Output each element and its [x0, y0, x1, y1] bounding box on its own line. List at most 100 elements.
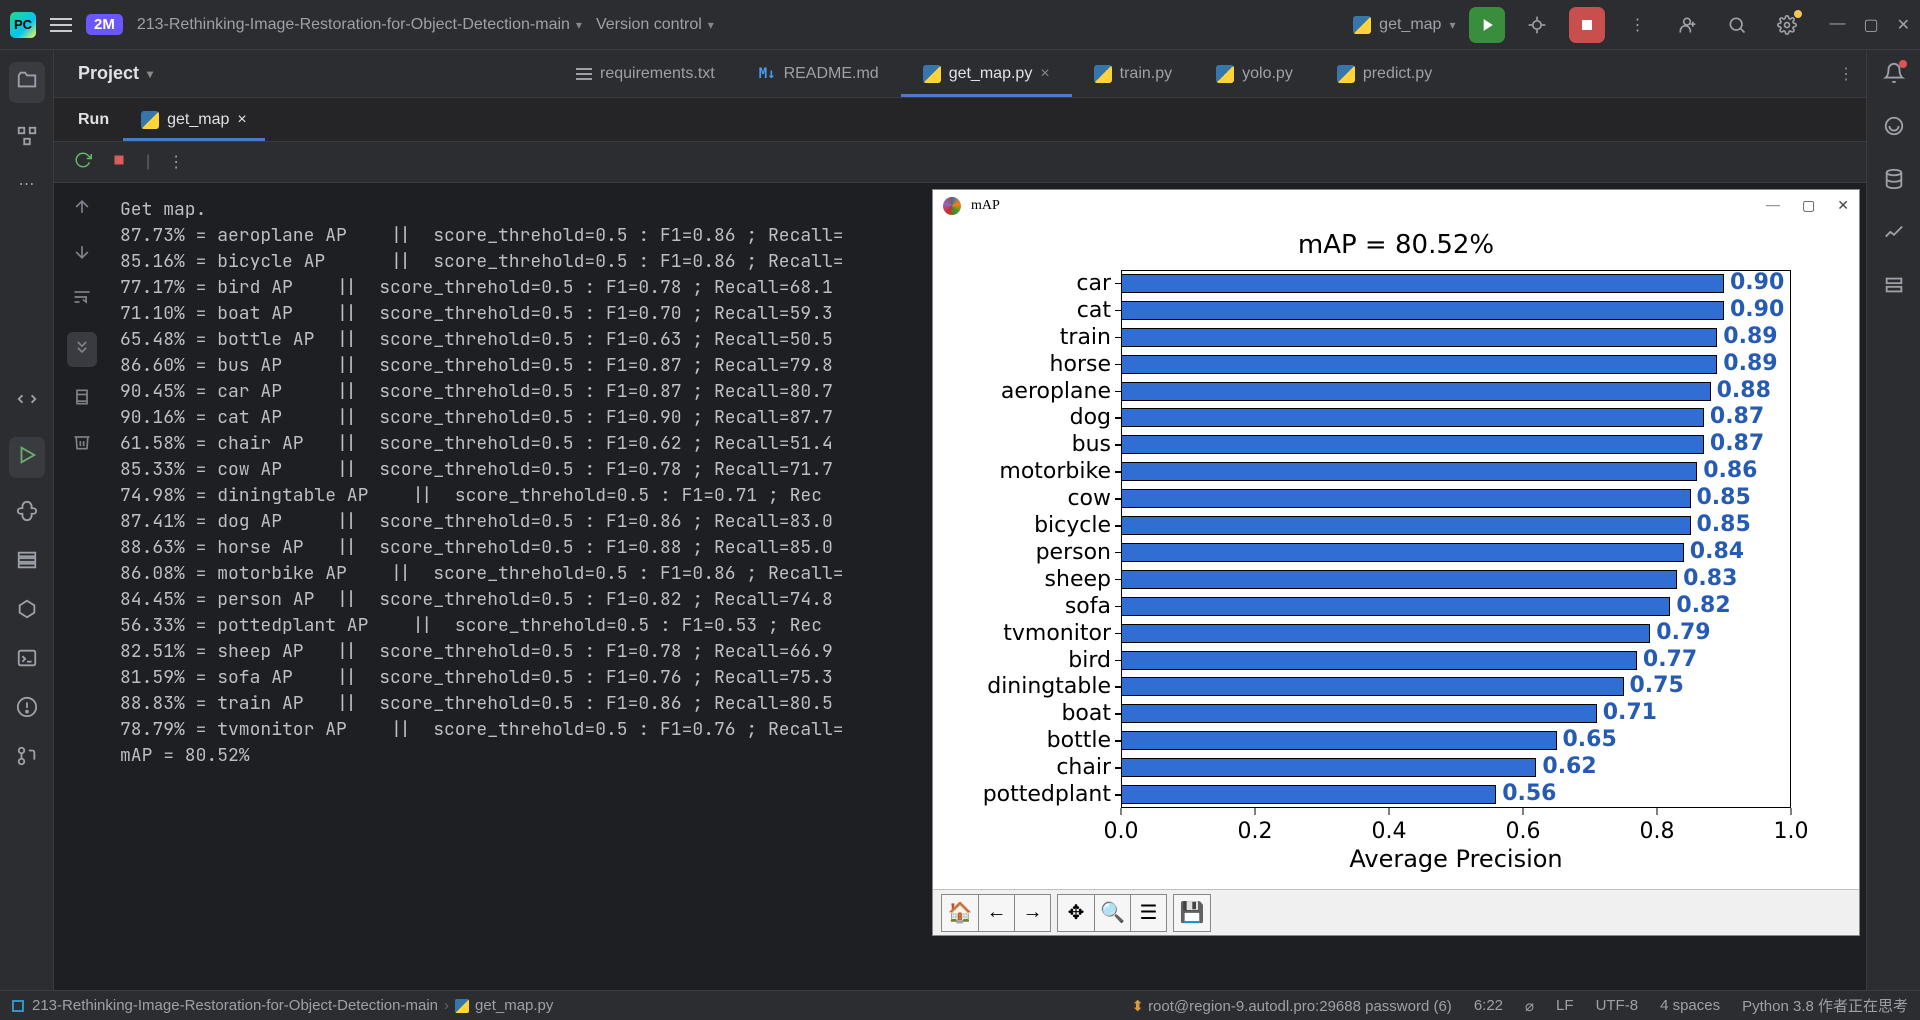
editor-tab[interactable]: train.py	[1072, 50, 1194, 97]
stop-process-button[interactable]	[110, 151, 128, 174]
maximize-button[interactable]: ▢	[1863, 15, 1878, 35]
clear-icon[interactable]	[72, 432, 92, 457]
editor-tab[interactable]: M↓README.md	[737, 50, 901, 97]
more-actions-icon[interactable]: ⋮	[1619, 7, 1655, 43]
debug-button[interactable]	[1519, 7, 1555, 43]
breadcrumb[interactable]: 213-Rethinking-Image-Restoration-for-Obj…	[32, 997, 553, 1014]
settings-icon[interactable]	[1769, 7, 1805, 43]
indent-settings[interactable]: 4 spaces	[1660, 997, 1720, 1014]
close-icon[interactable]: ×	[237, 111, 246, 129]
bar-rect	[1121, 704, 1597, 723]
text-file-icon	[576, 73, 592, 75]
bar-rect	[1121, 785, 1496, 804]
ai-assistant-icon[interactable]	[1883, 115, 1905, 142]
editor-tab[interactable]: get_map.py×	[901, 50, 1072, 97]
window-controls: — ▢ ✕	[1829, 15, 1910, 35]
mpl-save-button[interactable]: 💾	[1174, 895, 1210, 931]
matplotlib-toolbar: 🏠 ← → ✥ 🔍 ☰ 💾	[933, 889, 1859, 935]
bar-rect	[1121, 328, 1717, 347]
mpl-forward-button[interactable]: →	[1014, 895, 1050, 931]
vcs-icon[interactable]	[16, 745, 38, 772]
bar-row: sheep0.83	[1121, 569, 1791, 590]
popup-minimize[interactable]: —	[1766, 198, 1780, 215]
down-stack-icon[interactable]	[72, 242, 92, 267]
run-button[interactable]	[1469, 7, 1505, 43]
minimize-button[interactable]: —	[1829, 15, 1845, 35]
bar-category-label: chair	[1056, 757, 1111, 778]
services-icon[interactable]	[16, 598, 38, 625]
file-encoding[interactable]: UTF-8	[1596, 997, 1639, 1014]
structure-icon[interactable]	[16, 125, 38, 152]
popup-maximize[interactable]: ▢	[1802, 198, 1815, 215]
mpl-back-button[interactable]: ←	[978, 895, 1014, 931]
chart-area: mAP = 80.52% car0.90cat0.90train0.89hors…	[933, 222, 1859, 889]
line-separator[interactable]: LF	[1556, 997, 1574, 1014]
version-control-menu[interactable]: Version control ▾	[596, 16, 714, 34]
bar-rect	[1121, 462, 1697, 481]
bar-category-label: cat	[1077, 300, 1111, 321]
chevron-down-icon: ▾	[576, 18, 582, 32]
bar-value-label: 0.83	[1683, 568, 1737, 589]
bar-value-label: 0.90	[1730, 299, 1784, 320]
layout-icon[interactable]	[1883, 274, 1905, 301]
editor-tab[interactable]: predict.py	[1315, 50, 1454, 97]
rerun-button[interactable]	[74, 151, 92, 174]
soft-wrap-icon[interactable]	[72, 287, 92, 312]
stop-button[interactable]	[1569, 7, 1605, 43]
run-tab-label: get_map	[167, 111, 229, 129]
close-icon[interactable]: ×	[1040, 65, 1049, 83]
run-more-icon[interactable]: ⋮	[168, 152, 184, 172]
bar-category-label: cow	[1067, 488, 1111, 509]
interpreter[interactable]: Python 3.8 作者正在思考	[1742, 995, 1908, 1016]
remote-connection[interactable]: ⬍ root@region-9.autodl.pro:29688 passwor…	[1131, 997, 1452, 1015]
matplotlib-icon	[943, 197, 961, 215]
editor-tab[interactable]: requirements.txt	[554, 50, 737, 97]
mpl-zoom-button[interactable]: 🔍	[1094, 895, 1130, 931]
notifications-icon[interactable]	[1883, 62, 1905, 89]
project-tool-icon[interactable]	[9, 62, 45, 103]
bar-row: cow0.85	[1121, 488, 1791, 509]
mpl-configure-button[interactable]: ☰	[1130, 895, 1166, 931]
more-icon[interactable]: ⋯	[19, 174, 35, 194]
bar-value-label: 0.87	[1710, 406, 1764, 427]
project-badge: 2M	[86, 14, 123, 35]
tool-window-toggle-icon[interactable]	[12, 1000, 24, 1012]
terminal-icon[interactable]	[16, 647, 38, 674]
up-stack-icon[interactable]	[72, 197, 92, 222]
problems-icon[interactable]	[16, 696, 38, 723]
search-everywhere-icon[interactable]	[1719, 7, 1755, 43]
tabs-overflow-icon[interactable]: ⋮	[1826, 50, 1866, 97]
main-menu-icon[interactable]	[50, 18, 72, 32]
tab-label: train.py	[1120, 65, 1172, 83]
bar-category-label: boat	[1061, 703, 1111, 724]
mpl-home-button[interactable]: 🏠	[942, 895, 978, 931]
mpl-pan-button[interactable]: ✥	[1058, 895, 1094, 931]
scroll-to-end-icon[interactable]	[67, 332, 97, 367]
database-icon[interactable]	[1883, 168, 1905, 195]
line-separator-icon[interactable]: ⌀	[1525, 997, 1534, 1015]
run-tool-icon[interactable]	[9, 437, 45, 478]
python-console-icon[interactable]	[16, 500, 38, 527]
bar-rect	[1121, 435, 1704, 454]
code-with-me-icon[interactable]	[1669, 7, 1705, 43]
packages-icon[interactable]	[16, 549, 38, 576]
bar-rect	[1121, 355, 1717, 374]
right-tool-strip	[1866, 50, 1920, 990]
bar-rect	[1121, 758, 1536, 777]
sciview-icon[interactable]	[1883, 221, 1905, 248]
python-icon	[923, 65, 941, 83]
run-config-selector[interactable]: get_map ▾	[1353, 16, 1455, 34]
python-icon	[1094, 65, 1112, 83]
git-compare-icon[interactable]	[16, 388, 38, 415]
close-button[interactable]: ✕	[1897, 15, 1910, 35]
bar-rect	[1121, 651, 1637, 670]
run-tab[interactable]: get_map ×	[123, 98, 265, 141]
popup-titlebar[interactable]: mAP — ▢ ✕	[933, 190, 1859, 222]
run-panel-label: Run	[54, 98, 123, 141]
editor-tab[interactable]: yolo.py	[1194, 50, 1315, 97]
project-selector[interactable]: 213-Rethinking-Image-Restoration-for-Obj…	[137, 16, 582, 34]
caret-position[interactable]: 6:22	[1474, 997, 1503, 1014]
print-icon[interactable]	[72, 387, 92, 412]
popup-close[interactable]: ✕	[1837, 198, 1849, 215]
project-panel-toggle[interactable]: Project ▾	[54, 50, 554, 97]
